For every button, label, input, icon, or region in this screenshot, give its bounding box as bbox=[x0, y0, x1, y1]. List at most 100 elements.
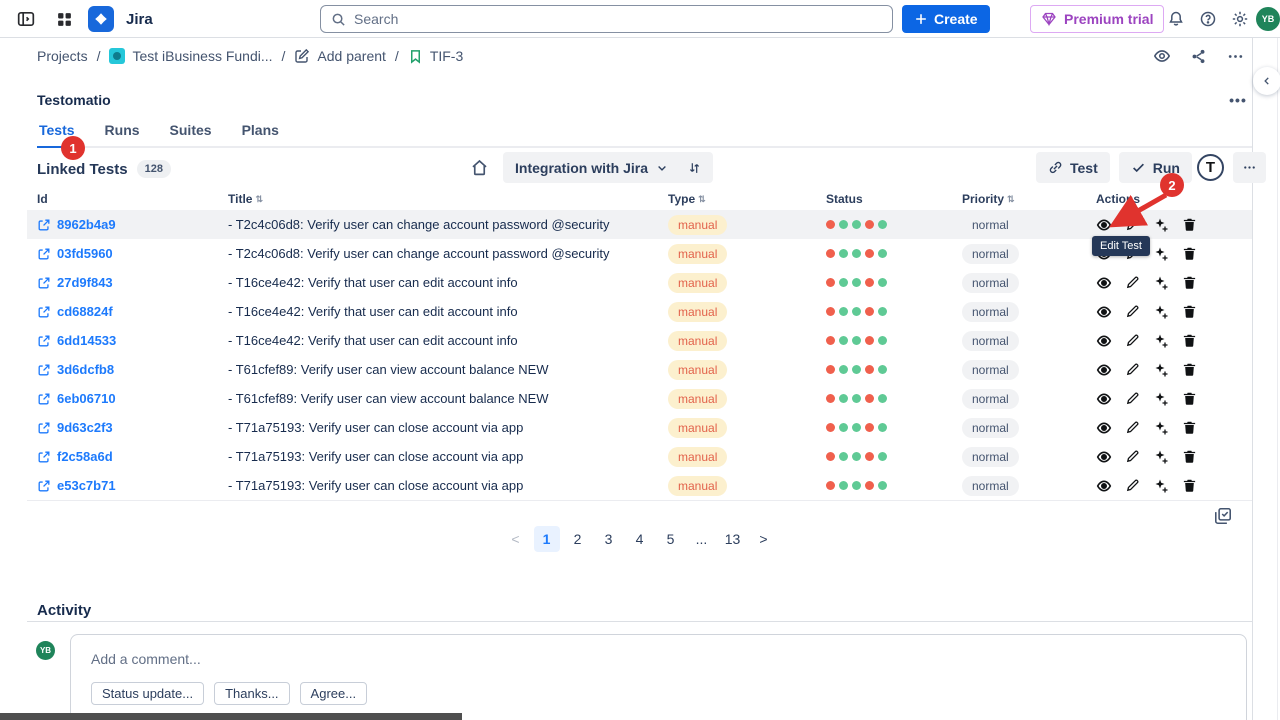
search-input[interactable]: Search bbox=[320, 5, 893, 33]
view-test-button[interactable] bbox=[1096, 449, 1112, 465]
home-button[interactable] bbox=[470, 158, 489, 177]
settings-button[interactable] bbox=[1226, 5, 1254, 33]
edit-test-button[interactable] bbox=[1125, 391, 1140, 407]
test-type-cell: manual bbox=[668, 360, 826, 380]
ai-sparkles-button[interactable] bbox=[1153, 304, 1169, 320]
app-switcher-button[interactable] bbox=[50, 5, 78, 33]
view-test-button[interactable] bbox=[1096, 275, 1112, 291]
test-id-link[interactable]: 9d63c2f3 bbox=[37, 420, 228, 435]
sidebar-toggle-button[interactable] bbox=[12, 5, 40, 33]
ai-sparkles-button[interactable] bbox=[1153, 391, 1169, 407]
edit-test-button[interactable] bbox=[1125, 420, 1140, 436]
status-dot-green bbox=[878, 394, 887, 403]
link-test-button[interactable]: Test bbox=[1036, 152, 1110, 183]
test-id-link[interactable]: f2c58a6d bbox=[37, 449, 228, 464]
create-button[interactable]: Create bbox=[902, 5, 990, 33]
collapse-panel-button[interactable] bbox=[1253, 67, 1280, 95]
edit-test-button[interactable] bbox=[1125, 449, 1140, 465]
notifications-button[interactable] bbox=[1162, 5, 1190, 33]
row-actions bbox=[1096, 275, 1252, 291]
pagination-next-button[interactable]: > bbox=[751, 526, 777, 552]
column-header-status[interactable]: Status bbox=[826, 192, 962, 206]
share-button[interactable] bbox=[1182, 42, 1215, 70]
pagination-page-button[interactable]: 3 bbox=[596, 526, 622, 552]
test-id-link[interactable]: 3d6dcfb8 bbox=[37, 362, 228, 377]
delete-test-button[interactable] bbox=[1182, 478, 1197, 494]
jira-logo-icon[interactable] bbox=[88, 6, 114, 32]
tab[interactable]: Plans bbox=[240, 120, 281, 148]
edit-test-button[interactable] bbox=[1125, 478, 1140, 494]
add-parent-button[interactable]: Add parent bbox=[294, 48, 386, 64]
toolbar-more-button[interactable] bbox=[1233, 152, 1266, 183]
pagination-page-button[interactable]: 5 bbox=[658, 526, 684, 552]
test-id-link[interactable]: cd68824f bbox=[37, 304, 228, 319]
comment-editor[interactable]: Add a comment... Status update...Thanks.… bbox=[70, 634, 1247, 720]
delete-test-button[interactable] bbox=[1182, 420, 1197, 436]
delete-test-button[interactable] bbox=[1182, 275, 1197, 291]
test-id-link[interactable]: 27d9f843 bbox=[37, 275, 228, 290]
pagination-page-button[interactable]: ... bbox=[689, 526, 715, 552]
more-actions-button[interactable] bbox=[1219, 42, 1252, 70]
ai-sparkles-button[interactable] bbox=[1153, 420, 1169, 436]
panel-more-button[interactable]: ••• bbox=[1224, 88, 1252, 112]
view-test-button[interactable] bbox=[1096, 362, 1112, 378]
delete-test-button[interactable] bbox=[1182, 391, 1197, 407]
delete-test-button[interactable] bbox=[1182, 304, 1197, 320]
ai-sparkles-button[interactable] bbox=[1153, 275, 1169, 291]
user-avatar[interactable]: YB bbox=[1256, 7, 1280, 31]
status-dot-green bbox=[852, 249, 861, 258]
quick-reply-button[interactable]: Thanks... bbox=[214, 682, 289, 705]
ai-sparkles-button[interactable] bbox=[1153, 449, 1169, 465]
test-id-link[interactable]: 6dd14533 bbox=[37, 333, 228, 348]
test-id-link[interactable]: 8962b4a9 bbox=[37, 217, 228, 232]
scrollbar-track[interactable] bbox=[1277, 38, 1278, 720]
test-title: - T61cfef89: Verify user can view accoun… bbox=[228, 362, 668, 377]
view-test-button[interactable] bbox=[1096, 391, 1112, 407]
breadcrumb-projects[interactable]: Projects bbox=[37, 48, 88, 64]
bookmark-icon bbox=[408, 49, 423, 64]
quick-reply-button[interactable]: Status update... bbox=[91, 682, 204, 705]
ai-sparkles-button[interactable] bbox=[1153, 246, 1169, 262]
delete-test-button[interactable] bbox=[1182, 449, 1197, 465]
edit-test-button[interactable] bbox=[1125, 275, 1140, 291]
multi-select-button[interactable] bbox=[1213, 506, 1233, 526]
test-id-link[interactable]: 03fd5960 bbox=[37, 246, 228, 261]
pagination-page-button[interactable]: 13 bbox=[720, 526, 746, 552]
delete-test-button[interactable] bbox=[1182, 362, 1197, 378]
trash-icon bbox=[1182, 391, 1197, 406]
tab[interactable]: Runs bbox=[103, 120, 142, 148]
ai-sparkles-button[interactable] bbox=[1153, 362, 1169, 378]
test-id-link[interactable]: e53c7b71 bbox=[37, 478, 228, 493]
breadcrumb-project[interactable]: Test iBusiness Fundi... bbox=[109, 48, 272, 64]
pagination-page-button[interactable]: 2 bbox=[565, 526, 591, 552]
pagination-page-button[interactable]: 4 bbox=[627, 526, 653, 552]
view-test-button[interactable] bbox=[1096, 420, 1112, 436]
pagination-prev-button[interactable]: < bbox=[503, 526, 529, 552]
edit-test-button[interactable] bbox=[1125, 304, 1140, 320]
ai-sparkles-button[interactable] bbox=[1153, 478, 1169, 494]
breadcrumb-issue[interactable]: TIF-3 bbox=[408, 48, 463, 64]
help-button[interactable] bbox=[1194, 5, 1222, 33]
test-id-link[interactable]: 6eb06710 bbox=[37, 391, 228, 406]
view-test-button[interactable] bbox=[1096, 478, 1112, 494]
pagination-page-button[interactable]: 1 bbox=[534, 526, 560, 552]
priority-badge: normal bbox=[962, 389, 1019, 409]
delete-test-button[interactable] bbox=[1182, 333, 1197, 349]
pencil-icon bbox=[1125, 391, 1140, 406]
view-test-button[interactable] bbox=[1096, 333, 1112, 349]
column-header-title[interactable]: Title⇅ bbox=[228, 192, 668, 206]
edit-test-button[interactable] bbox=[1125, 333, 1140, 349]
quick-reply-button[interactable]: Agree... bbox=[300, 682, 368, 705]
premium-trial-button[interactable]: Premium trial bbox=[1030, 5, 1164, 33]
column-header-id[interactable]: Id bbox=[37, 192, 228, 206]
column-header-priority[interactable]: Priority⇅ bbox=[962, 192, 1096, 206]
delete-test-button[interactable] bbox=[1182, 217, 1197, 233]
edit-test-button[interactable] bbox=[1125, 362, 1140, 378]
delete-test-button[interactable] bbox=[1182, 246, 1197, 262]
view-test-button[interactable] bbox=[1096, 304, 1112, 320]
watch-button[interactable] bbox=[1145, 42, 1178, 70]
tab[interactable]: Suites bbox=[168, 120, 214, 148]
branch-selector[interactable]: Integration with Jira bbox=[503, 152, 713, 183]
ai-sparkles-button[interactable] bbox=[1153, 333, 1169, 349]
column-header-type[interactable]: Type⇅ bbox=[668, 192, 826, 206]
